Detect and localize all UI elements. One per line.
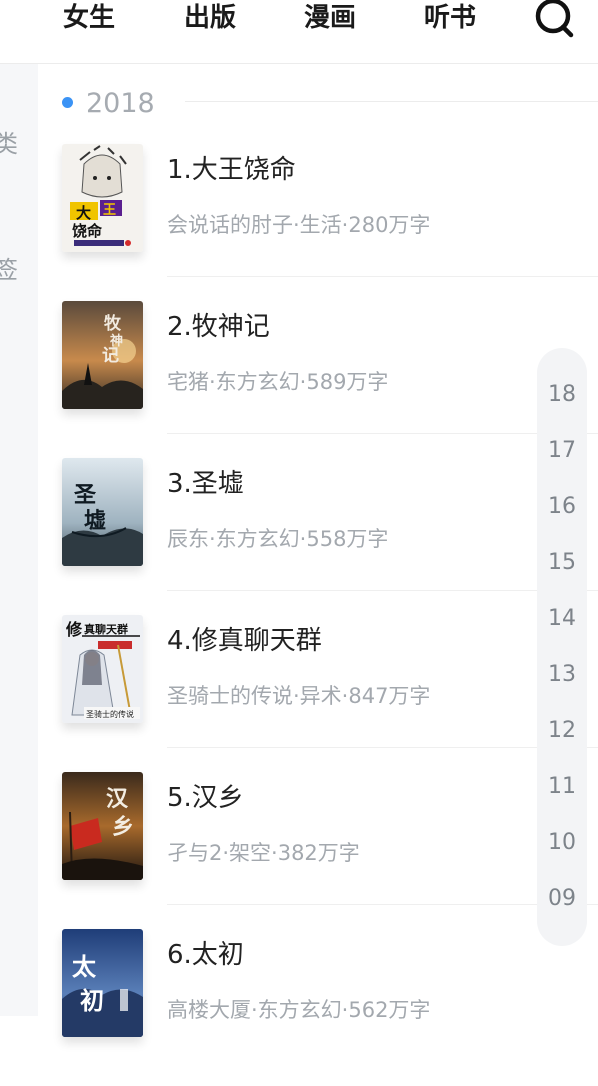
svg-text:修: 修	[65, 620, 83, 639]
cover-image-icon: 大 王 饶命	[62, 144, 143, 252]
book-meta: 圣骑士的传说·异术·847万字	[167, 684, 431, 708]
svg-text:记: 记	[102, 346, 119, 366]
book-cover[interactable]: 修 真聊天群 圣骑士的传说	[62, 615, 143, 723]
year-index-item[interactable]: 14	[537, 604, 587, 634]
search-button[interactable]	[530, 0, 578, 42]
book-cover[interactable]: 圣 墟	[62, 458, 143, 566]
sidebar-bottom	[0, 1016, 38, 1051]
svg-text:太: 太	[72, 952, 97, 981]
category-sidebar: 类 签	[0, 64, 38, 1016]
book-meta: 孑与2·架空·382万字	[167, 841, 360, 865]
row-divider	[167, 433, 598, 434]
top-navigation: 女生 出版 漫画 听书	[0, 0, 598, 64]
svg-text:初: 初	[80, 986, 104, 1015]
svg-text:墟: 墟	[84, 508, 106, 534]
book-item[interactable]: 修 真聊天群 圣骑士的传说 4.修真聊天群 圣骑士的传说·异术·847万字	[38, 615, 598, 772]
tab-audiobooks[interactable]: 听书	[424, 0, 476, 36]
svg-text:汉: 汉	[106, 786, 129, 812]
year-index-scroller[interactable]: 18 17 16 15 14 13 12 11 10 09	[537, 348, 587, 946]
book-meta: 高楼大厦·东方玄幻·562万字	[167, 998, 431, 1022]
book-title[interactable]: 5.汉乡	[167, 780, 244, 816]
tab-publishing[interactable]: 出版	[184, 0, 236, 36]
cover-image-icon: 圣 墟	[62, 458, 143, 566]
sidebar-item-category[interactable]: 类	[0, 124, 24, 159]
year-bullet-icon	[62, 97, 73, 108]
book-cover[interactable]: 牧 神 记	[62, 301, 143, 409]
year-index-item[interactable]: 18	[537, 380, 587, 410]
book-item[interactable]: 汉 乡 5.汉乡 孑与2·架空·382万字	[38, 772, 598, 929]
year-index-item[interactable]: 11	[537, 772, 587, 802]
book-cover[interactable]: 大 王 饶命	[62, 144, 143, 252]
year-index-item[interactable]: 16	[537, 492, 587, 522]
book-meta: 辰东·东方玄幻·558万字	[167, 527, 389, 551]
cover-image-icon: 修 真聊天群 圣骑士的传说	[62, 615, 143, 723]
book-item[interactable]: 圣 墟 3.圣墟 辰东·东方玄幻·558万字	[38, 458, 598, 615]
row-divider	[167, 276, 598, 277]
book-item[interactable]: 大 王 饶命 1.大王饶命 会说话的肘子·生活·280万字	[38, 144, 598, 301]
book-title[interactable]: 6.太初	[167, 937, 244, 973]
book-title[interactable]: 4.修真聊天群	[167, 623, 322, 659]
year-index-item[interactable]: 13	[537, 660, 587, 690]
year-index-item[interactable]: 09	[537, 884, 587, 914]
book-meta: 会说话的肘子·生活·280万字	[167, 213, 431, 237]
cover-image-icon: 牧 神 记	[62, 301, 143, 409]
year-index-item[interactable]: 17	[537, 436, 587, 466]
cover-image-icon: 太 初	[62, 929, 143, 1037]
year-label: 2018	[86, 88, 155, 119]
year-index-item[interactable]: 15	[537, 548, 587, 578]
svg-text:大: 大	[76, 204, 91, 222]
svg-text:乡: 乡	[112, 814, 134, 840]
tab-comics[interactable]: 漫画	[304, 0, 356, 36]
year-divider	[185, 101, 598, 102]
tab-female[interactable]: 女生	[63, 0, 115, 36]
row-divider	[167, 904, 598, 905]
svg-text:王: 王	[103, 203, 116, 218]
svg-text:真聊天群: 真聊天群	[84, 622, 128, 636]
book-meta: 宅猪·东方玄幻·589万字	[167, 370, 389, 394]
book-item[interactable]: 太 初 6.太初 高楼大厦·东方玄幻·562万字	[38, 929, 598, 1086]
row-divider	[167, 747, 598, 748]
row-divider	[167, 590, 598, 591]
cover-image-icon: 汉 乡	[62, 772, 143, 880]
book-title[interactable]: 3.圣墟	[167, 466, 244, 502]
book-cover[interactable]: 太 初	[62, 929, 143, 1037]
svg-text:牧: 牧	[104, 313, 122, 334]
book-cover[interactable]: 汉 乡	[62, 772, 143, 880]
svg-text:圣: 圣	[74, 482, 97, 508]
book-title[interactable]: 1.大王饶命	[167, 152, 296, 188]
svg-text:饶命: 饶命	[72, 222, 103, 240]
sidebar-item-tags[interactable]: 签	[0, 250, 24, 285]
search-icon	[535, 0, 574, 38]
year-index-item[interactable]: 10	[537, 828, 587, 858]
year-index-item[interactable]: 12	[537, 716, 587, 746]
book-title[interactable]: 2.牧神记	[167, 309, 270, 345]
book-item[interactable]: 牧 神 记 2.牧神记 宅猪·东方玄幻·589万字	[38, 301, 598, 458]
svg-text:圣骑士的传说: 圣骑士的传说	[86, 709, 134, 719]
